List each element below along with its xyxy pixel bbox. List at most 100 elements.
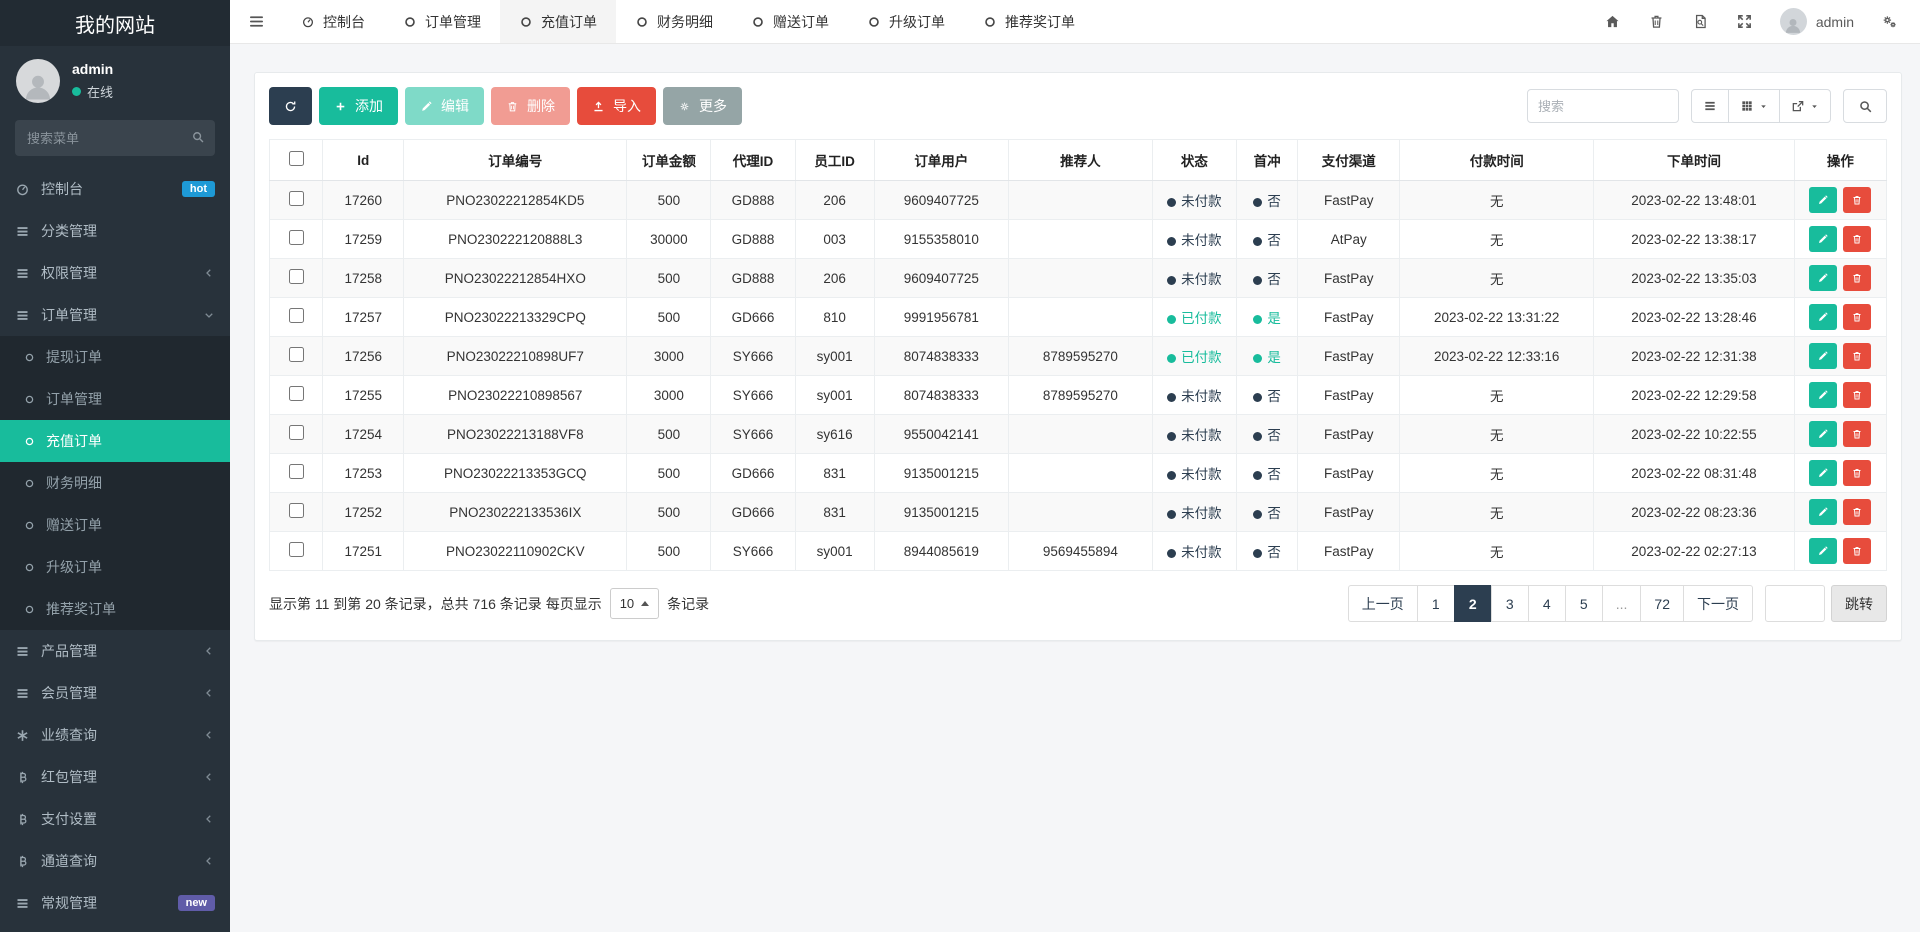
- row-edit-button[interactable]: [1809, 226, 1837, 252]
- search-button[interactable]: [1843, 89, 1887, 123]
- row-edit-button[interactable]: [1809, 538, 1837, 564]
- more-button[interactable]: 更多: [663, 87, 742, 125]
- sidebar-item[interactable]: 红包管理: [0, 756, 230, 798]
- sidebar-subitem[interactable]: 财务明细: [0, 462, 230, 504]
- row-delete-button[interactable]: [1843, 460, 1871, 486]
- cogs-icon[interactable]: [1881, 13, 1898, 30]
- export-button[interactable]: [1779, 89, 1831, 123]
- header-checkbox-cell: [270, 140, 323, 181]
- sidebar-subitem[interactable]: 赠送订单: [0, 504, 230, 546]
- cell-referrer: 9569455894: [1008, 532, 1152, 571]
- sidebar-subitem-label: 推荐奖订单: [46, 599, 116, 619]
- sidebar-item[interactable]: 权限管理: [0, 252, 230, 294]
- nav-tab-1[interactable]: 控制台: [282, 0, 384, 43]
- page-size-select[interactable]: 10: [610, 588, 659, 619]
- sidebar-item[interactable]: 分类管理: [0, 210, 230, 252]
- page-button-2[interactable]: 2: [1454, 585, 1492, 622]
- table-search-input[interactable]: [1527, 89, 1679, 123]
- page-button-1[interactable]: 1: [1417, 585, 1455, 622]
- page-ellipsis[interactable]: ...: [1602, 585, 1642, 622]
- row-checkbox[interactable]: [289, 464, 304, 479]
- search-icon[interactable]: [191, 130, 205, 144]
- row-edit-button[interactable]: [1809, 343, 1837, 369]
- nav-tab-5[interactable]: 赠送订单: [732, 0, 848, 43]
- row-checkbox[interactable]: [289, 425, 304, 440]
- trash-icon[interactable]: [1648, 13, 1665, 30]
- nav-tab-7[interactable]: 推荐奖订单: [964, 0, 1094, 43]
- row-edit-button[interactable]: [1809, 187, 1837, 213]
- sidebar-subitem[interactable]: 充值订单: [0, 420, 230, 462]
- row-edit-button[interactable]: [1809, 460, 1837, 486]
- row-edit-button[interactable]: [1809, 421, 1837, 447]
- next-page-button[interactable]: 下一页: [1683, 585, 1753, 622]
- sidebar-subitem[interactable]: 提现订单: [0, 336, 230, 378]
- sidebar-item[interactable]: 通道查询: [0, 840, 230, 882]
- import-button[interactable]: 导入: [577, 87, 656, 125]
- trash-icon: [1851, 545, 1863, 557]
- home-icon[interactable]: [1604, 13, 1621, 30]
- sidebar-subitem[interactable]: 推荐奖订单: [0, 588, 230, 630]
- row-delete-button[interactable]: [1843, 187, 1871, 213]
- fullscreen-icon[interactable]: [1736, 13, 1753, 30]
- columns-button[interactable]: [1728, 89, 1780, 123]
- page-jump-button[interactable]: 跳转: [1831, 585, 1887, 622]
- row-checkbox[interactable]: [289, 503, 304, 518]
- row-delete-button[interactable]: [1843, 265, 1871, 291]
- delete-button[interactable]: 删除: [491, 87, 570, 125]
- prev-page-button[interactable]: 上一页: [1348, 585, 1418, 622]
- sidebar-item[interactable]: 控制台hot: [0, 168, 230, 210]
- page-button-5[interactable]: 5: [1565, 585, 1603, 622]
- nav-tab-2[interactable]: 订单管理: [384, 0, 500, 43]
- edit-button[interactable]: 编辑: [405, 87, 484, 125]
- sidebar-item[interactable]: 支付设置: [0, 798, 230, 840]
- page-button-4[interactable]: 4: [1528, 585, 1566, 622]
- sidebar-item[interactable]: 产品管理: [0, 630, 230, 672]
- row-delete-button[interactable]: [1843, 304, 1871, 330]
- document-search-icon[interactable]: [1692, 13, 1709, 30]
- cell-channel: AtPay: [1298, 220, 1400, 259]
- row-edit-button[interactable]: [1809, 382, 1837, 408]
- row-delete-button[interactable]: [1843, 538, 1871, 564]
- nav-tab-3[interactable]: 充值订单: [500, 0, 616, 43]
- user-menu[interactable]: admin: [1780, 8, 1854, 35]
- refresh-button[interactable]: [269, 87, 312, 125]
- row-delete-button[interactable]: [1843, 343, 1871, 369]
- sidebar-subitem-label: 财务明细: [46, 473, 102, 493]
- sidebar-subitem[interactable]: 订单管理: [0, 378, 230, 420]
- sidebar-item[interactable]: 业绩查询: [0, 714, 230, 756]
- row-delete-button[interactable]: [1843, 382, 1871, 408]
- toggle-view-button[interactable]: [1691, 89, 1729, 123]
- nav-tab-4[interactable]: 财务明细: [616, 0, 732, 43]
- row-edit-button[interactable]: [1809, 304, 1837, 330]
- sidebar-toggle-button[interactable]: [230, 0, 282, 43]
- chevron-left-icon: [203, 813, 215, 825]
- add-button[interactable]: 添加: [319, 87, 398, 125]
- sidebar-search-input[interactable]: [15, 120, 215, 156]
- cell-first-charge: 否: [1236, 181, 1297, 220]
- select-all-checkbox[interactable]: [289, 151, 304, 166]
- row-edit-button[interactable]: [1809, 499, 1837, 525]
- row-checkbox[interactable]: [289, 269, 304, 284]
- row-checkbox[interactable]: [289, 308, 304, 323]
- row-checkbox[interactable]: [289, 230, 304, 245]
- row-checkbox[interactable]: [289, 347, 304, 362]
- sidebar-subitem[interactable]: 升级订单: [0, 546, 230, 588]
- row-delete-button[interactable]: [1843, 226, 1871, 252]
- page-jump-input[interactable]: [1765, 585, 1825, 622]
- plus-icon: [334, 100, 347, 113]
- row-delete-button[interactable]: [1843, 499, 1871, 525]
- nav-tab-6[interactable]: 升级订单: [848, 0, 964, 43]
- row-checkbox[interactable]: [289, 542, 304, 557]
- row-checkbox[interactable]: [289, 191, 304, 206]
- app-title[interactable]: 我的网站: [0, 0, 230, 46]
- page-button-3[interactable]: 3: [1491, 585, 1529, 622]
- sidebar-item[interactable]: 常规管理new: [0, 882, 230, 924]
- row-edit-button[interactable]: [1809, 265, 1837, 291]
- page-button-72[interactable]: 72: [1640, 585, 1684, 622]
- sidebar-item[interactable]: 会员管理: [0, 672, 230, 714]
- row-checkbox[interactable]: [289, 386, 304, 401]
- cell-order-no: PNO23022210898567: [404, 376, 627, 415]
- sidebar-item[interactable]: 订单管理: [0, 294, 230, 336]
- button-label: 添加: [355, 96, 383, 116]
- row-delete-button[interactable]: [1843, 421, 1871, 447]
